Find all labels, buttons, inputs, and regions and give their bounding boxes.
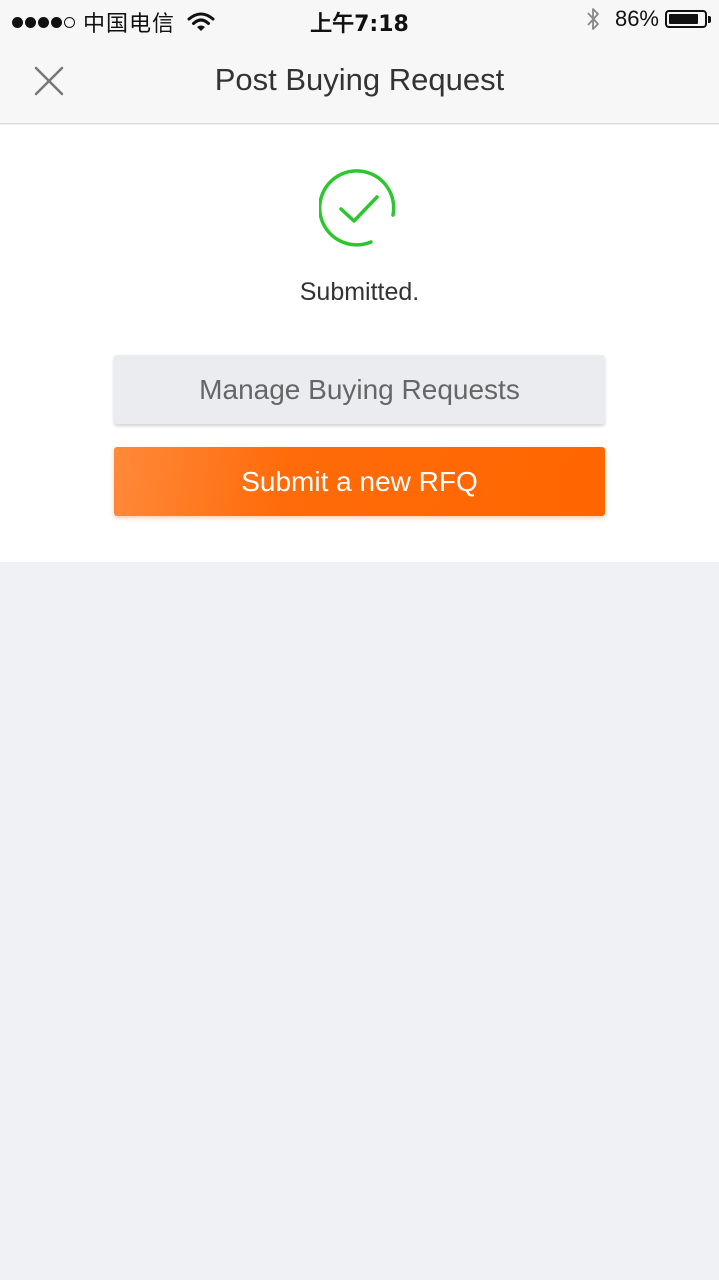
check-circle-icon (319, 169, 396, 247)
nav-bar: Post Buying Request (0, 40, 719, 124)
result-panel: Submitted. Manage Buying Requests Submit… (0, 125, 719, 562)
page-title: Post Buying Request (214, 62, 505, 97)
status-bar: 中国电信 上午7:18 86% (0, 0, 719, 40)
bluetooth-icon (587, 8, 599, 30)
battery-percent: 86% (614, 6, 659, 31)
battery-icon (665, 10, 711, 28)
submit-new-rfq-button[interactable]: Submit a new RFQ (114, 447, 605, 516)
manage-buying-requests-button[interactable]: Manage Buying Requests (114, 355, 605, 424)
status-right: 86% (585, 6, 711, 32)
status-message: Submitted. (299, 278, 420, 306)
